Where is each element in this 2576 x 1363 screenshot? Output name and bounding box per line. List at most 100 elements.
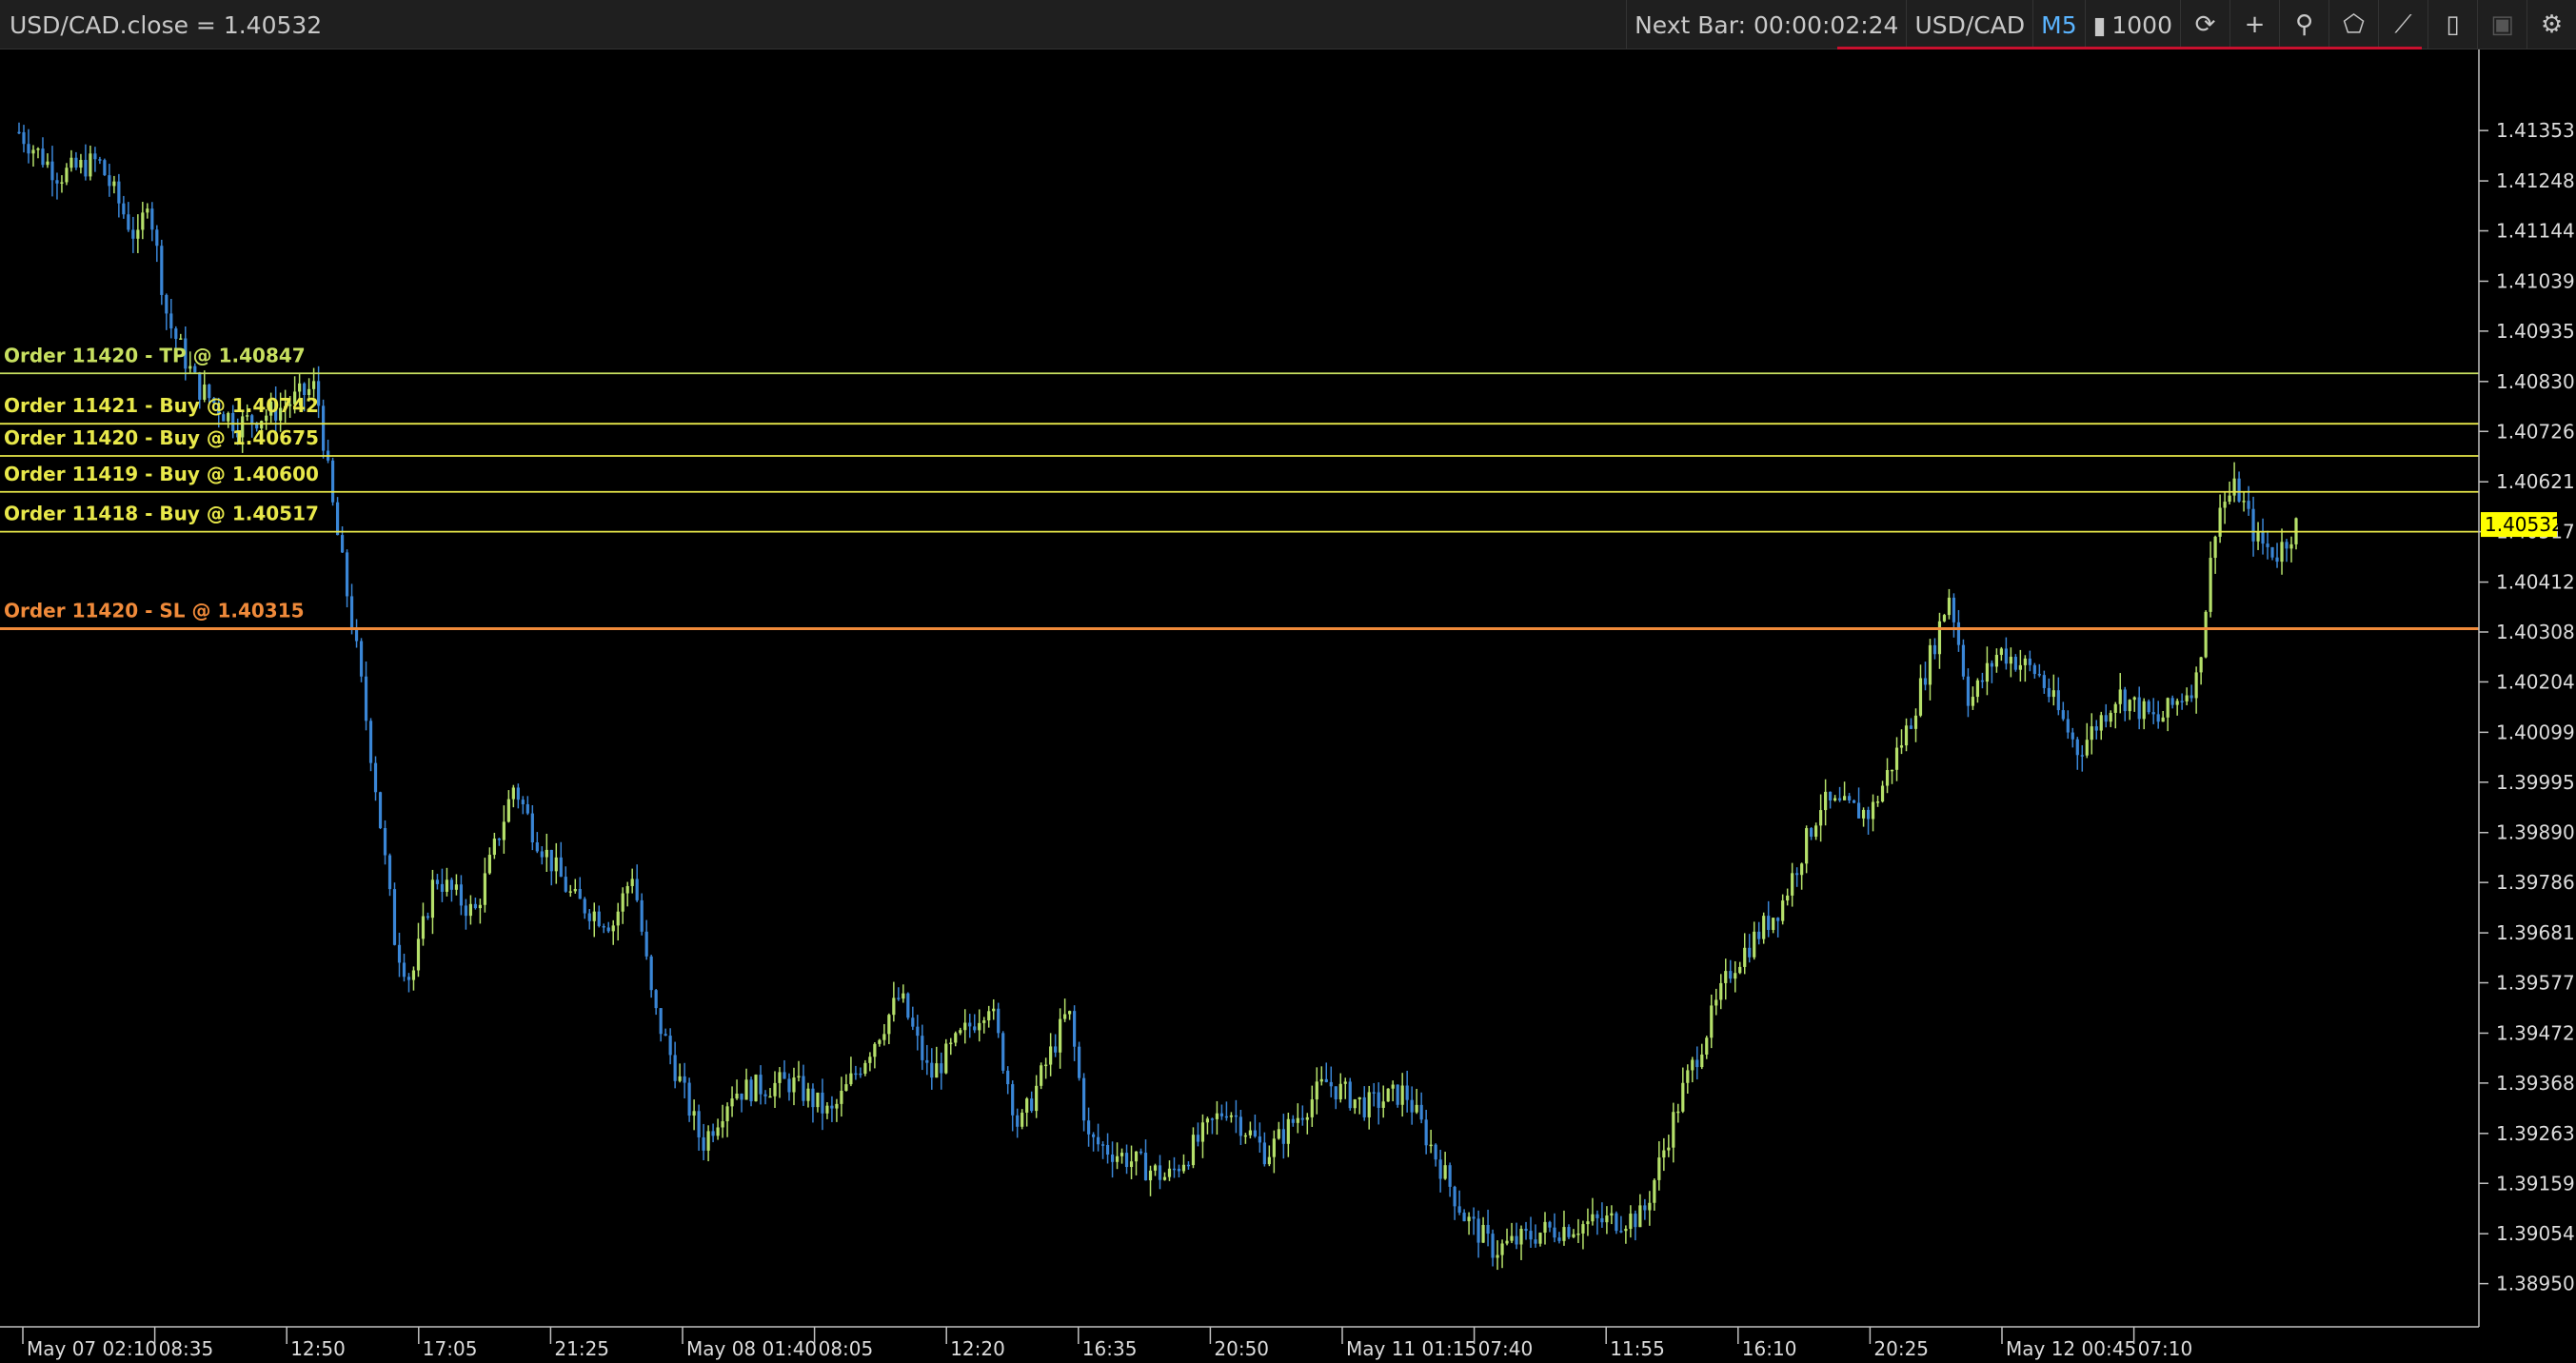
candle-body	[2013, 657, 2017, 670]
candle-body	[1700, 1054, 1704, 1068]
candle-body	[1994, 655, 1998, 667]
candle-body	[697, 1111, 701, 1137]
candle-body	[516, 787, 520, 800]
candle-body	[459, 884, 464, 906]
candle-body	[55, 180, 59, 184]
candle-body	[103, 160, 107, 176]
candle-body	[2147, 701, 2150, 713]
candle-body	[1557, 1237, 1561, 1241]
candle-body	[2199, 657, 2203, 673]
candle-body	[1786, 895, 1790, 901]
candle-icon: ▮	[2092, 10, 2107, 39]
y-tick-label: 1.39577	[2496, 972, 2575, 995]
candle-body	[611, 925, 615, 932]
price-chart[interactable]: Order 11420 - TP @ 1.40847 Order 11421 - …	[0, 49, 2576, 1363]
candle-body	[1310, 1099, 1314, 1117]
candle-body	[387, 855, 392, 890]
candle-body	[802, 1076, 805, 1101]
candle-body	[1044, 1064, 1048, 1067]
screenshot-icon[interactable]: ▣	[2477, 0, 2526, 49]
candle-body	[1091, 1134, 1096, 1137]
candle-body	[1937, 621, 1942, 655]
candle-body	[1391, 1084, 1395, 1089]
candle-body	[525, 804, 529, 814]
x-tick-label: 16:10	[1742, 1337, 1797, 1360]
candle-body	[778, 1072, 782, 1083]
candle-body	[2151, 712, 2155, 715]
candle-body	[2094, 726, 2098, 731]
candle-body	[1262, 1142, 1266, 1165]
indicator-icon[interactable]: ⟋	[2378, 0, 2427, 49]
candle-body	[692, 1111, 696, 1116]
timeframe-selector[interactable]: M5	[2032, 0, 2084, 49]
x-tick-label: 08:35	[159, 1337, 214, 1360]
candle-body	[668, 1036, 672, 1056]
candle-body	[711, 1131, 715, 1136]
candle-body	[554, 857, 558, 872]
candle-body	[1001, 1033, 1005, 1071]
x-tick-label: 12:20	[950, 1337, 1005, 1360]
candle-body	[1357, 1096, 1361, 1100]
candle-body	[1576, 1233, 1580, 1235]
candle-body	[1743, 947, 1747, 967]
candle-body	[2275, 557, 2279, 563]
y-tick-label: 1.41039	[2496, 269, 2575, 292]
candle-body	[1063, 1014, 1067, 1019]
symbol-selector[interactable]: USD/CAD	[1906, 0, 2032, 49]
chart-title: USD/CAD.close = 1.40532	[10, 11, 323, 39]
crosshair-icon[interactable]: +	[2229, 0, 2279, 49]
candle-body	[545, 849, 548, 858]
template-icon[interactable]: ▯	[2427, 0, 2477, 49]
candle-body	[1191, 1135, 1196, 1166]
candle-body	[2266, 543, 2269, 547]
candle-body	[127, 214, 130, 230]
candle-body	[1453, 1186, 1456, 1207]
candle-body	[1348, 1081, 1352, 1109]
candle-body	[949, 1042, 953, 1045]
candle-body	[1791, 873, 1794, 896]
candle-body	[454, 884, 459, 890]
candle-body	[364, 676, 368, 721]
candle-body	[1096, 1136, 1100, 1145]
y-tick-label: 1.39368	[2496, 1072, 2575, 1095]
candle-body	[1277, 1129, 1280, 1139]
candle-body	[1672, 1112, 1675, 1148]
candle-body	[1928, 644, 1932, 685]
candle-body	[169, 313, 173, 329]
shape-icon[interactable]: ⬠	[2328, 0, 2378, 49]
candle-body	[1319, 1078, 1323, 1082]
candle-body	[2142, 701, 2146, 720]
candle-body	[368, 721, 373, 763]
x-tick-label: 11:55	[1610, 1337, 1665, 1360]
candle-body	[811, 1088, 815, 1108]
candles	[17, 122, 2298, 1271]
candle-body	[959, 1030, 962, 1034]
candle-body	[2056, 690, 2060, 711]
candle-body	[1253, 1130, 1257, 1136]
settings-icon[interactable]: ⚙	[2526, 0, 2576, 49]
candle-body	[721, 1121, 724, 1128]
candle-body	[1362, 1096, 1366, 1117]
candle-body	[2113, 703, 2117, 713]
candle-body	[587, 913, 591, 921]
candle-body	[98, 159, 102, 161]
y-tick-label: 1.40830	[2496, 370, 2575, 393]
order-label: Order 11418 - Buy @ 1.40517	[4, 503, 319, 525]
sync-icon[interactable]: ⟳	[2180, 0, 2229, 49]
order-label: Order 11419 - Buy @ 1.40600	[4, 463, 319, 485]
volume-selector[interactable]: ▮ 1000	[2084, 0, 2180, 49]
candle-body	[1006, 1070, 1010, 1085]
candle-body	[1619, 1231, 1623, 1233]
candle-body	[530, 813, 534, 843]
y-tick-label: 1.39890	[2496, 821, 2575, 844]
candle-body	[1824, 791, 1828, 811]
candle-body	[664, 1034, 667, 1037]
candle-body	[687, 1082, 691, 1116]
candle-body	[349, 596, 354, 630]
candle-body	[2061, 710, 2065, 720]
candle-body	[1600, 1217, 1604, 1223]
candle-body	[1781, 900, 1785, 921]
y-tick-label: 1.39054	[2496, 1222, 2575, 1245]
candle-body	[435, 879, 440, 884]
zoom-icon[interactable]: ⚲	[2279, 0, 2328, 49]
